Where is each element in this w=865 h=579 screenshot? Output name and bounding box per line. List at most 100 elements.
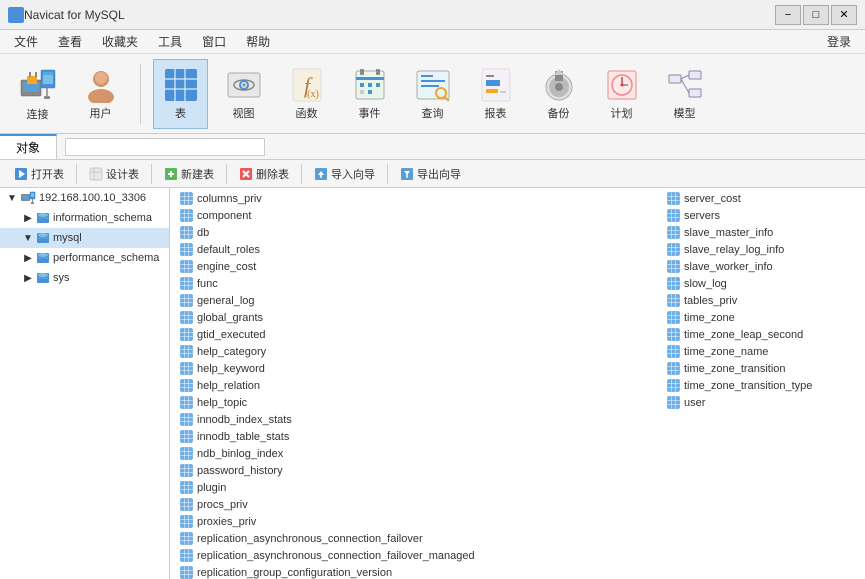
report-button[interactable]: 报表	[468, 59, 523, 129]
db-icon	[36, 251, 50, 265]
model-label: 模型	[674, 105, 696, 121]
list-item[interactable]: replication_group_configuration_version	[174, 564, 661, 579]
list-item[interactable]: replication_asynchronous_connection_fail…	[174, 547, 661, 564]
list-item[interactable]: db	[174, 224, 661, 241]
list-item[interactable]: component	[174, 207, 661, 224]
menu-window[interactable]: 窗口	[192, 31, 236, 52]
menu-file[interactable]: 文件	[4, 31, 48, 52]
list-item[interactable]: time_zone_leap_second	[661, 326, 861, 343]
tree-connection[interactable]: ▼ 192.168.100.10_3306	[0, 188, 169, 208]
login-button[interactable]: 登录	[817, 31, 861, 52]
toolbar-sep-1	[140, 64, 141, 124]
list-item[interactable]: help_topic	[174, 394, 661, 411]
user-icon	[83, 67, 119, 103]
list-item[interactable]: password_history	[174, 462, 661, 479]
table-icon	[180, 294, 193, 307]
delete-icon	[239, 167, 253, 181]
list-item[interactable]: innodb_table_stats	[174, 428, 661, 445]
list-item[interactable]: time_zone_transition_type	[661, 377, 861, 394]
list-item[interactable]: default_roles	[174, 241, 661, 258]
model-button[interactable]: 模型	[657, 59, 712, 129]
table-icon	[180, 413, 193, 426]
schedule-button[interactable]: 计划	[594, 59, 649, 129]
menu-bar: 文件 查看 收藏夹 工具 窗口 帮助 登录	[0, 30, 865, 54]
minimize-button[interactable]: −	[775, 5, 801, 25]
close-button[interactable]: ✕	[831, 5, 857, 25]
list-item[interactable]: general_log	[174, 292, 661, 309]
list-item[interactable]: global_grants	[174, 309, 661, 326]
list-item[interactable]: slave_relay_log_info	[661, 241, 861, 258]
delete-table-button[interactable]: 删除表	[231, 163, 297, 185]
table-icon	[667, 226, 680, 239]
action-sep-5	[387, 164, 388, 184]
list-item[interactable]: time_zone_name	[661, 343, 861, 360]
user-label: 用户	[90, 105, 112, 121]
list-item[interactable]: help_relation	[174, 377, 661, 394]
design-table-button[interactable]: 设计表	[81, 163, 147, 185]
object-search-input[interactable]	[65, 138, 265, 156]
import-wizard-button[interactable]: 导入向导	[306, 163, 383, 185]
menu-favorites[interactable]: 收藏夹	[92, 31, 148, 52]
backup-icon	[541, 67, 577, 103]
table-icon	[180, 345, 193, 358]
list-item[interactable]: engine_cost	[174, 258, 661, 275]
list-item[interactable]: help_keyword	[174, 360, 661, 377]
open-table-button[interactable]: 打开表	[6, 163, 72, 185]
object-tab[interactable]: 对象	[0, 134, 57, 159]
table-button[interactable]: 表	[153, 59, 208, 129]
tree-db-mysql[interactable]: ▼ mysql	[0, 228, 169, 248]
list-item[interactable]: ndb_binlog_index	[174, 445, 661, 462]
list-item[interactable]: replication_asynchronous_connection_fail…	[174, 530, 661, 547]
list-item[interactable]: innodb_index_stats	[174, 411, 661, 428]
event-icon	[352, 67, 388, 103]
tree-db-sys[interactable]: ▶ sys	[0, 268, 169, 288]
expand-icon: ▶	[20, 250, 36, 266]
new-icon	[164, 167, 178, 181]
table-icon	[163, 67, 199, 103]
export-wizard-button[interactable]: 导出向导	[392, 163, 469, 185]
table-icon	[180, 515, 193, 528]
user-button[interactable]: 用户	[73, 59, 128, 129]
table-icon	[180, 566, 193, 579]
object-bar: 对象	[0, 134, 865, 160]
event-button[interactable]: 事件	[342, 59, 397, 129]
report-label: 报表	[485, 105, 507, 121]
menu-help[interactable]: 帮助	[236, 31, 280, 52]
tree-db-performance-schema[interactable]: ▶ performance_schema	[0, 248, 169, 268]
list-item[interactable]: time_zone_transition	[661, 360, 861, 377]
query-button[interactable]: 查询	[405, 59, 460, 129]
tree-db-information-schema[interactable]: ▶ information_schema	[0, 208, 169, 228]
func-label: 函数	[296, 105, 318, 121]
db-name-sys: sys	[53, 272, 70, 284]
table-list-area: columns_priv component db default_roles …	[170, 188, 865, 579]
list-item[interactable]: server_cost	[661, 190, 861, 207]
list-item[interactable]: user	[661, 394, 861, 411]
list-item[interactable]: servers	[661, 207, 861, 224]
list-item[interactable]: func	[174, 275, 661, 292]
list-item[interactable]: slow_log	[661, 275, 861, 292]
table-icon	[180, 209, 193, 222]
action-sep-3	[226, 164, 227, 184]
list-item[interactable]: proxies_priv	[174, 513, 661, 530]
backup-button[interactable]: 备份	[531, 59, 586, 129]
menu-tools[interactable]: 工具	[148, 31, 192, 52]
list-item[interactable]: columns_priv	[174, 190, 661, 207]
list-item[interactable]: plugin	[174, 479, 661, 496]
list-item[interactable]: slave_worker_info	[661, 258, 861, 275]
list-item[interactable]: time_zone	[661, 309, 861, 326]
schedule-label: 计划	[611, 105, 633, 121]
connect-button[interactable]: 连接	[10, 59, 65, 129]
list-item[interactable]: tables_priv	[661, 292, 861, 309]
maximize-button[interactable]: □	[803, 5, 829, 25]
new-table-button[interactable]: 新建表	[156, 163, 222, 185]
list-item[interactable]: help_category	[174, 343, 661, 360]
func-button[interactable]: f (x) 函数	[279, 59, 334, 129]
connection-name: 192.168.100.10_3306	[39, 192, 146, 204]
list-item[interactable]: procs_priv	[174, 496, 661, 513]
table-icon	[667, 379, 680, 392]
view-button[interactable]: 视图	[216, 59, 271, 129]
list-item[interactable]: gtid_executed	[174, 326, 661, 343]
list-item[interactable]: slave_master_info	[661, 224, 861, 241]
connection-icon	[20, 190, 36, 206]
menu-view[interactable]: 查看	[48, 31, 92, 52]
